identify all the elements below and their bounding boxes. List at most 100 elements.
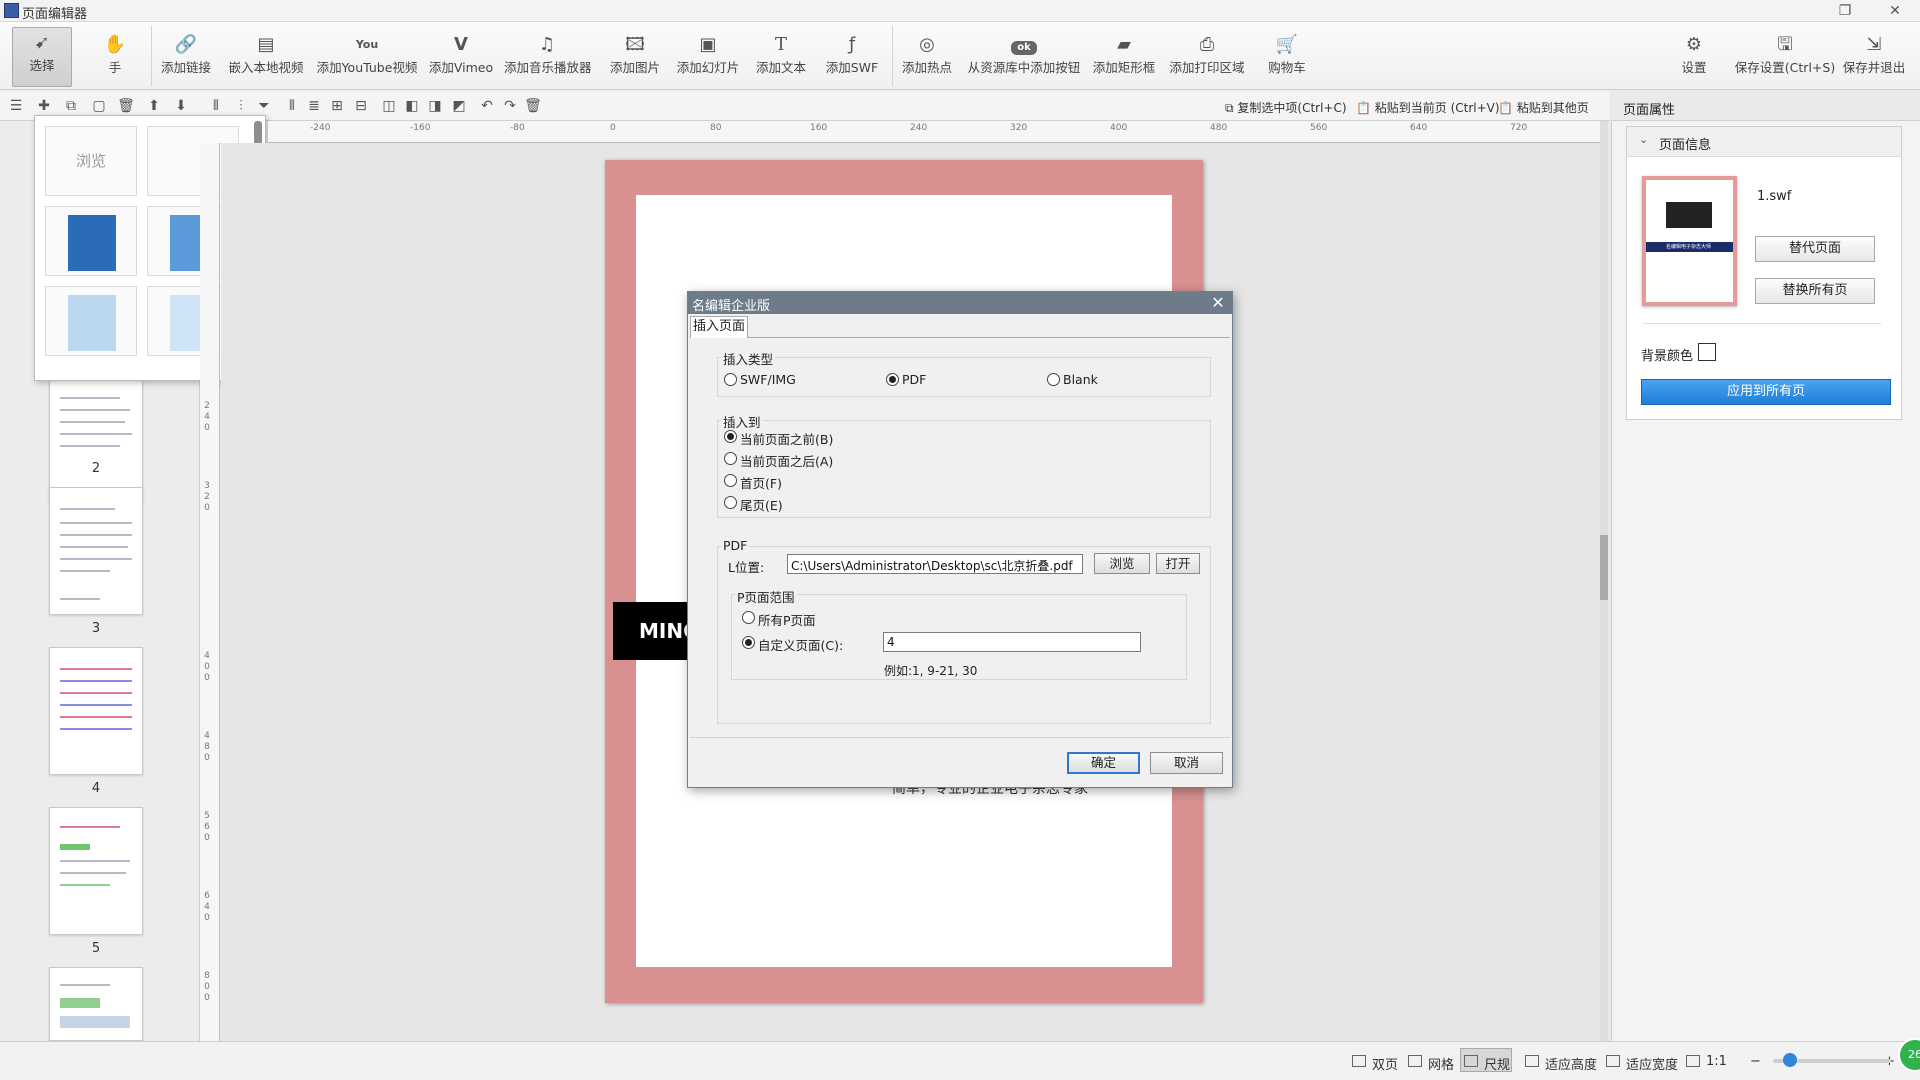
same-height-icon[interactable]: ⊟	[352, 97, 370, 115]
add-image-button[interactable]: 🖾 添加图片	[604, 30, 666, 86]
page-thumbnail-4[interactable]	[49, 647, 143, 775]
add-vimeo-button[interactable]: V 添加Vimeo	[428, 30, 494, 86]
cart-button[interactable]: 🛒 购物车	[1262, 30, 1312, 86]
zoom-slider-thumb[interactable]	[1783, 1053, 1797, 1067]
add-rectangle-button[interactable]: ▰ 添加矩形框	[1092, 30, 1156, 86]
replace-page-button[interactable]: 替代页面	[1755, 236, 1875, 262]
radio-all-pages[interactable]	[742, 611, 755, 624]
list-icon[interactable]: ☰	[7, 97, 25, 115]
film-icon: ▤	[257, 34, 275, 55]
canvas-scroll-thumb[interactable]	[1600, 535, 1608, 600]
double-page-button[interactable]: 双页	[1372, 1054, 1398, 1073]
radio-first-page[interactable]	[724, 474, 737, 487]
radio-custom-pages[interactable]	[742, 636, 755, 649]
ok-button-icon: ok	[966, 30, 1082, 58]
add-print-area-button[interactable]: ⎙ 添加打印区域	[1168, 30, 1246, 86]
page-thumbnail-5[interactable]	[49, 807, 143, 935]
radio-blank-label[interactable]: Blank	[1063, 372, 1098, 387]
radio-last-page[interactable]	[724, 496, 737, 509]
radio-first-page-label[interactable]: 首页(F)	[740, 473, 782, 492]
radio-swf-img-label[interactable]: SWF/IMG	[740, 372, 796, 387]
undo-icon[interactable]: ↶	[478, 97, 496, 115]
add-library-button[interactable]: ok 从资源库中添加按钮	[966, 30, 1082, 86]
trash-icon[interactable]: 🗑	[524, 97, 542, 115]
radio-blank[interactable]	[1047, 373, 1060, 386]
redo-icon[interactable]: ↷	[501, 97, 519, 115]
brand-text-box[interactable]: MING	[613, 602, 693, 660]
bring-front-icon[interactable]: ◫	[380, 97, 398, 115]
page-thumbnail-3[interactable]	[49, 487, 143, 615]
radio-pdf[interactable]	[886, 373, 899, 386]
radio-after-current[interactable]	[724, 452, 737, 465]
align-bottom-icon[interactable]: ⏷	[255, 97, 273, 115]
page-thumbnail-6[interactable]	[49, 967, 143, 1041]
close-window-button[interactable]: ✕	[1880, 1, 1910, 21]
radio-pdf-label[interactable]: PDF	[902, 372, 926, 387]
delete-page-icon[interactable]: 🗑	[117, 97, 135, 115]
distribute-v-icon[interactable]: ≣	[305, 97, 323, 115]
fit-width-button[interactable]: 适应宽度	[1626, 1054, 1678, 1073]
radio-last-page-label[interactable]: 尾页(E)	[740, 495, 783, 514]
fit-height-button[interactable]: 适应高度	[1545, 1054, 1597, 1073]
slideshow-icon: ▣	[699, 34, 717, 55]
grid-icon	[1408, 1055, 1422, 1067]
copy-page-icon[interactable]: ⧉	[62, 97, 80, 115]
radio-before-current[interactable]	[724, 430, 737, 443]
actual-size-button[interactable]: 1:1	[1706, 1054, 1727, 1069]
zoom-out-button[interactable]: −	[1750, 1054, 1761, 1069]
ruler-button[interactable]: 尺规	[1484, 1054, 1510, 1073]
align-top-icon[interactable]: ⫶	[232, 97, 250, 115]
browse-template-cell[interactable]: 浏览	[45, 126, 137, 196]
template-cell[interactable]	[45, 206, 137, 276]
save-settings-button[interactable]: 🖫 保存设置(Ctrl+S)	[1734, 30, 1836, 86]
add-hotspot-button[interactable]: ◎ 添加热点	[898, 30, 956, 86]
bg-color-swatch[interactable]	[1698, 343, 1716, 361]
page-thumbnail-2[interactable]	[49, 376, 143, 504]
add-music-button[interactable]: ♫ 添加音乐播放器	[504, 30, 592, 86]
tool-select-button[interactable]: ➹ 选择	[12, 27, 72, 87]
copy-selection-button[interactable]: ⧉ 复制选中项(Ctrl+C)	[1225, 99, 1347, 116]
radio-swf-img[interactable]	[724, 373, 737, 386]
radio-before-current-label[interactable]: 当前页面之前(B)	[740, 429, 833, 448]
embed-video-button[interactable]: ▤ 嵌入本地视频	[226, 30, 306, 86]
browse-button[interactable]: 浏览	[1094, 553, 1150, 574]
page-info-header[interactable]: ⌄ 页面信息	[1627, 127, 1901, 157]
radio-all-pages-label[interactable]: 所有P页面	[758, 610, 816, 629]
duplicate-icon[interactable]: ▢	[90, 97, 108, 115]
paste-current-button[interactable]: 📋 粘贴到当前页 (Ctrl+V)	[1356, 99, 1500, 116]
radio-after-current-label[interactable]: 当前页面之后(A)	[740, 451, 833, 470]
move-up-icon[interactable]: ⬆	[145, 97, 163, 115]
save-exit-button[interactable]: ⇲ 保存并退出	[1842, 30, 1906, 86]
paste-other-button[interactable]: 📋 粘贴到其他页	[1498, 99, 1589, 116]
grid-button[interactable]: 网格	[1428, 1054, 1454, 1073]
open-button[interactable]: 打开	[1156, 553, 1200, 574]
align-left-icon[interactable]: ⫴	[207, 97, 225, 115]
cancel-button[interactable]: 取消	[1150, 752, 1223, 774]
tab-insert-page[interactable]: 插入页面	[690, 316, 748, 338]
tool-hand-button[interactable]: ✋ 手	[95, 30, 135, 86]
add-slideshow-button[interactable]: ▣ 添加幻灯片	[676, 30, 740, 86]
bring-forward-icon[interactable]: ◧	[403, 97, 421, 115]
move-down-icon[interactable]: ⬇	[172, 97, 190, 115]
ok-button[interactable]: 确定	[1067, 752, 1140, 774]
apply-all-button[interactable]: 应用到所有页	[1641, 379, 1891, 405]
send-back-icon[interactable]: ◩	[450, 97, 468, 115]
pdf-location-input[interactable]: C:\Users\Administrator\Desktop\sc\北京折叠.p…	[787, 554, 1083, 574]
settings-button[interactable]: ⚙ 设置	[1670, 30, 1718, 86]
add-text-button[interactable]: T 添加文本	[752, 30, 810, 86]
select-arrow-icon: ➹	[34, 32, 50, 53]
add-link-button[interactable]: 🔗 添加链接	[160, 30, 212, 86]
dialog-close-icon[interactable]: ✕	[1206, 292, 1230, 314]
add-page-icon[interactable]: ✚	[35, 97, 53, 115]
distribute-h-icon[interactable]: ⦀	[283, 97, 301, 115]
restore-window-button[interactable]: ❐	[1830, 1, 1860, 21]
radio-custom-pages-label[interactable]: 自定义页面(C):	[758, 635, 843, 654]
same-width-icon[interactable]: ⊞	[328, 97, 346, 115]
add-swf-button[interactable]: ƒ 添加SWF	[822, 30, 882, 86]
replace-all-button[interactable]: 替换所有页	[1755, 278, 1875, 304]
template-cell[interactable]	[45, 286, 137, 356]
add-youtube-button[interactable]: You 添加YouTube视频	[316, 30, 418, 86]
page-preview-thumbnail: 名编辑电子杂志大师	[1642, 176, 1737, 306]
custom-pages-input[interactable]: 4	[883, 632, 1141, 652]
send-backward-icon[interactable]: ◨	[426, 97, 444, 115]
